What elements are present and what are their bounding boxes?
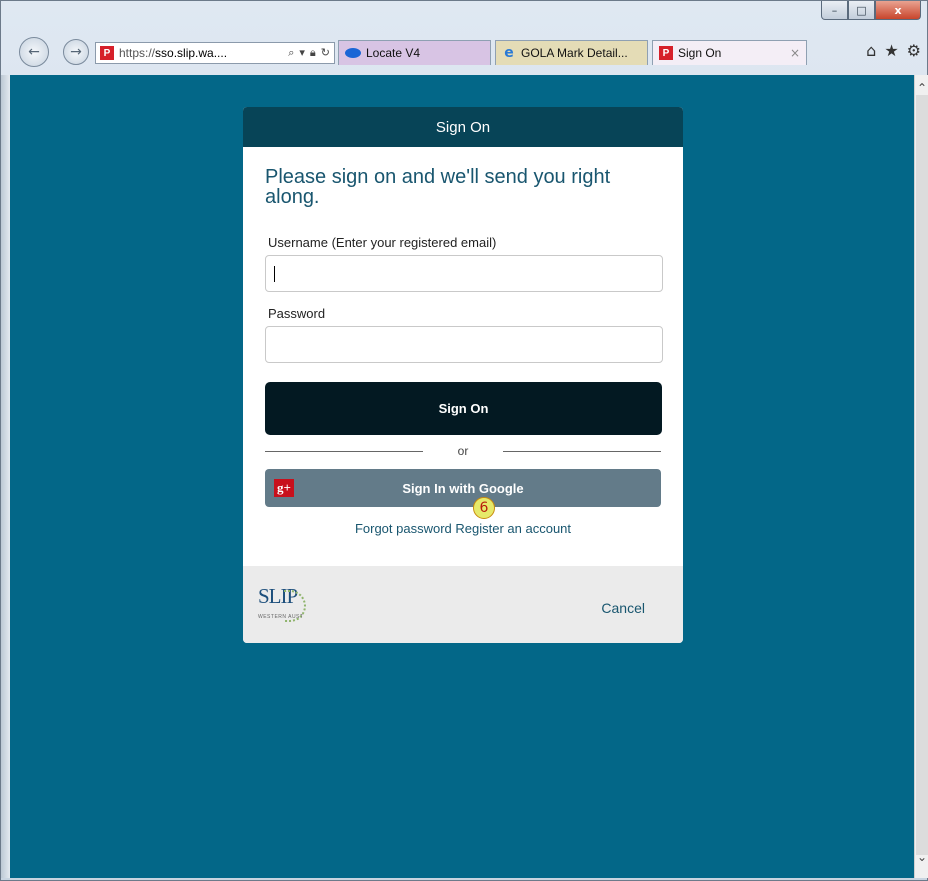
- slip-logo: SLIP WESTERN AUST: [258, 584, 308, 626]
- dialog-heading: Please sign on and we'll send you right …: [265, 166, 611, 208]
- browser-window: – □ x ← → P https://sso.slip.wa.... ⌕ ▾ …: [0, 0, 928, 881]
- divider-line: [265, 450, 423, 452]
- back-arrow-icon: ←: [28, 44, 40, 60]
- tab-label: Locate V4: [366, 46, 421, 60]
- username-label: Username (Enter your registered email): [268, 235, 497, 250]
- lock-icon[interactable]: 🔒︎: [310, 46, 316, 60]
- url-scheme: https://: [119, 46, 156, 60]
- refresh-icon[interactable]: ↻: [321, 46, 330, 60]
- forgot-password-link[interactable]: Forgot password: [355, 521, 452, 536]
- register-account-link[interactable]: Register an account: [455, 521, 571, 536]
- divider-text: or: [457, 444, 469, 458]
- sign-on-button[interactable]: Sign On: [265, 382, 662, 435]
- dialog-footer: SLIP WESTERN AUST Cancel: [243, 566, 683, 643]
- forward-button[interactable]: →: [63, 39, 89, 65]
- address-bar-icons: ⌕ ▾ 🔒︎ ↻: [288, 46, 330, 60]
- gear-icon[interactable]: ⚙: [907, 41, 921, 60]
- google-plus-icon: g+: [265, 469, 303, 507]
- url-host: sso.slip.wa....: [155, 46, 228, 60]
- site-favicon-icon: P: [100, 46, 114, 60]
- dialog-title: Sign On: [243, 107, 683, 147]
- browser-tool-icons: ⌂ ★ ⚙: [866, 41, 921, 60]
- scroll-down-icon[interactable]: ⌄: [915, 848, 928, 866]
- back-button[interactable]: ←: [19, 37, 49, 67]
- google-sign-in-button[interactable]: g+ Sign In with Google: [265, 469, 661, 507]
- site-favicon-icon: P: [659, 46, 673, 60]
- vertical-scrollbar[interactable]: ⌃ ⌄: [914, 75, 928, 878]
- or-divider: or: [265, 441, 661, 461]
- scroll-thumb[interactable]: [916, 95, 928, 855]
- ie-icon: e: [504, 45, 514, 61]
- account-links: Forgot password Register an account 6: [265, 497, 661, 536]
- locate-icon: [345, 48, 361, 58]
- password-label: Password: [268, 306, 326, 321]
- tab-locate[interactable]: Locate V4: [338, 40, 491, 65]
- search-icon[interactable]: ⌕: [288, 46, 294, 60]
- tab-label: GOLA Mark Detail...: [521, 46, 628, 60]
- divider-line: [503, 450, 661, 452]
- text-caret: [274, 265, 275, 282]
- username-field[interactable]: [265, 255, 663, 292]
- window-left-edge: [1, 75, 10, 878]
- home-icon[interactable]: ⌂: [866, 41, 876, 60]
- tab-gola[interactable]: e GOLA Mark Detail...: [495, 40, 648, 65]
- cancel-link[interactable]: Cancel: [601, 600, 645, 616]
- address-bar[interactable]: P https://sso.slip.wa.... ⌕ ▾ 🔒︎ ↻: [95, 42, 335, 64]
- step-marker: 6: [473, 497, 495, 519]
- star-icon[interactable]: ★: [884, 41, 898, 60]
- tab-label: Sign On: [678, 46, 722, 60]
- url-text: https://sso.slip.wa....: [119, 46, 284, 60]
- close-tab-icon[interactable]: ×: [790, 46, 800, 60]
- page-content: Sign On Please sign on and we'll send yo…: [10, 75, 914, 878]
- password-field[interactable]: [265, 326, 663, 363]
- google-button-label: Sign In with Google: [402, 480, 524, 496]
- dialog-body: Please sign on and we'll send you right …: [243, 147, 683, 536]
- sign-on-dialog: Sign On Please sign on and we'll send yo…: [243, 107, 683, 643]
- forward-arrow-icon: →: [70, 44, 82, 60]
- dropdown-icon[interactable]: ▾: [299, 46, 305, 60]
- tab-sign-on[interactable]: P Sign On ×: [652, 40, 807, 65]
